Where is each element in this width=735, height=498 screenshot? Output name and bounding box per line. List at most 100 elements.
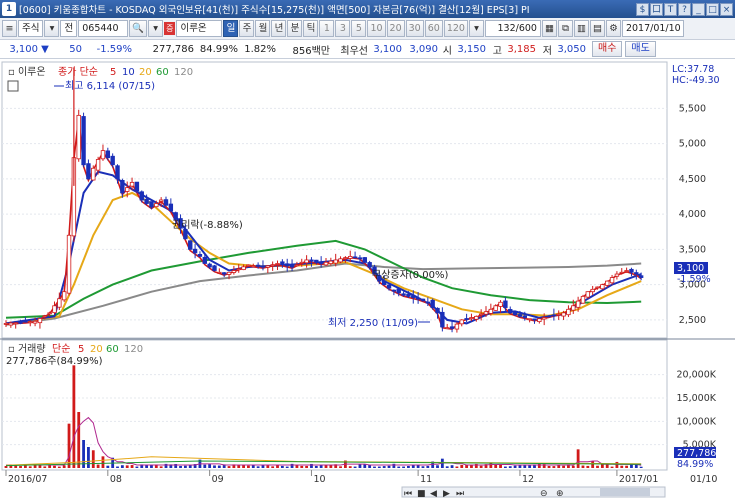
minute-120-button[interactable]: 120	[443, 20, 468, 37]
volume-bar	[101, 456, 105, 468]
scroll-controls: ⏮ ■ ◀ ▶ ⏭ ⊖ ⊕	[401, 486, 666, 498]
market-type-select[interactable]: 주식	[18, 20, 44, 37]
scroll-thumb[interactable]	[600, 488, 650, 496]
volume-bar	[348, 466, 352, 468]
overlap-icon[interactable]: ⧉	[557, 20, 573, 37]
candle-body	[406, 293, 411, 297]
scroll-stop-icon[interactable]: ■	[417, 489, 426, 498]
candle-body	[197, 253, 203, 257]
period-type-select[interactable]: 전	[60, 20, 78, 37]
chevron-down-icon[interactable]: ▾	[148, 20, 164, 37]
buy-button[interactable]: 매수	[592, 41, 623, 57]
down-arrow-icon: ▼	[41, 43, 49, 55]
date-input[interactable]: 2017/01/10	[621, 20, 684, 37]
candle-body	[595, 286, 600, 289]
minute-20-button[interactable]: 20	[386, 20, 405, 37]
help-icon[interactable]: ?	[678, 2, 691, 16]
candle-body	[328, 260, 334, 264]
tab-tick[interactable]: 틱	[303, 20, 319, 37]
candle-body	[440, 311, 445, 328]
candle-body	[289, 265, 295, 268]
price-chart-svg[interactable]: 5,5005,0004,5004,0003,5003,0002,500 20,0…	[0, 60, 735, 498]
minimize-icon[interactable]: _	[692, 2, 705, 16]
search-icon[interactable]: 🔍	[129, 20, 148, 37]
scroll-last-icon[interactable]: ⏭	[456, 489, 464, 498]
candle-body	[561, 312, 566, 317]
volume-bar	[576, 449, 580, 468]
legend-toggle-icon[interactable]	[7, 80, 19, 92]
legend-ma-10: 10	[122, 67, 135, 78]
low-annotation-text: 최저 2,250 (11/09)	[328, 317, 418, 329]
minute-10-button[interactable]: 10	[367, 20, 386, 37]
minute-3-button[interactable]: 3	[335, 20, 351, 37]
window-icon[interactable]: 口	[650, 2, 663, 16]
candle-body	[81, 116, 86, 166]
tab-month[interactable]: 월	[255, 20, 271, 37]
volume-bar	[77, 412, 81, 468]
open-label: 시	[442, 45, 452, 57]
current-price: 3,100	[9, 43, 38, 55]
candle-body	[57, 298, 62, 308]
candle-body	[537, 318, 542, 322]
candle-body	[541, 317, 547, 320]
scroll-prev-icon[interactable]: ◀	[430, 489, 437, 498]
candle-body	[634, 272, 639, 275]
scroll-next-icon[interactable]: ▶	[443, 489, 450, 498]
minute-30-button[interactable]: 30	[405, 20, 424, 37]
settings-icon[interactable]: ⚙	[605, 20, 621, 37]
minute-60-button[interactable]: 60	[424, 20, 443, 37]
candle-body	[478, 313, 484, 316]
close-icon[interactable]: ×	[720, 2, 733, 16]
tab-minute[interactable]: 분	[287, 20, 303, 37]
candle-body	[483, 311, 489, 315]
candle-body	[498, 301, 503, 307]
high-label: 고	[492, 45, 502, 57]
zoom-in-icon[interactable]: ⊕	[556, 489, 564, 498]
dropdown-arrow-icon[interactable]: ▾	[468, 20, 484, 37]
volume-bar	[145, 465, 149, 468]
high-annotation: 최고 6,114 (07/15)	[54, 80, 155, 92]
candle-body	[493, 305, 498, 311]
menu-icon[interactable]: ≡	[2, 20, 17, 37]
bonus-issue-annotation: 무상증자(0.00%)	[372, 269, 448, 281]
minute-1-button[interactable]: 1	[319, 20, 335, 37]
volume-bar	[445, 466, 449, 468]
volume-bar	[455, 466, 459, 468]
hc-value: HC:-49.30	[672, 75, 720, 86]
candle-body	[270, 264, 275, 267]
zoom-out-icon[interactable]: ⊖	[540, 489, 548, 498]
volume-bar	[407, 465, 410, 468]
legend-ma-120: 120	[174, 67, 193, 78]
volume-bar	[116, 466, 119, 468]
layout-icon[interactable]: ▤	[589, 20, 605, 37]
count-input[interactable]: 132/600	[484, 20, 541, 37]
grid-icon[interactable]: ▦	[541, 20, 557, 37]
tab-year[interactable]: 년	[271, 20, 287, 37]
volume-bar	[183, 465, 187, 468]
stock-name-field[interactable]: 이루온	[176, 20, 223, 37]
stock-badge: 증	[164, 22, 176, 35]
volume-ma-5: 5	[78, 344, 84, 355]
bar-chart-icon[interactable]: ▥	[573, 20, 589, 37]
sell-button[interactable]: 매도	[625, 41, 656, 57]
maximize-icon[interactable]: □	[706, 2, 719, 16]
tab-day[interactable]: 일	[223, 20, 239, 37]
dollar-icon[interactable]: $	[636, 2, 649, 16]
candle-body	[318, 262, 324, 264]
dropdown-arrow-icon[interactable]: ▾	[44, 20, 60, 37]
candle-body	[362, 257, 367, 263]
text-icon[interactable]: T	[664, 2, 677, 16]
minute-5-button[interactable]: 5	[351, 20, 367, 37]
legend-stock-name: 이루온	[18, 66, 46, 78]
best-price-label: 최우선	[340, 45, 368, 57]
candle-body	[415, 297, 421, 300]
candle-body	[522, 315, 527, 318]
tab-week[interactable]: 주	[239, 20, 255, 37]
scroll-first-icon[interactable]: ⏮	[404, 489, 412, 498]
volume-bar	[106, 465, 110, 468]
candle-body	[508, 309, 513, 314]
candle-body	[435, 307, 440, 314]
stock-code-input[interactable]: 065440	[78, 20, 129, 37]
chart-area[interactable]: 5,500 5,000 4,500 4,000 3,500 3,000 2,500 20,0…	[0, 60, 735, 498]
volume-bar	[188, 465, 192, 468]
